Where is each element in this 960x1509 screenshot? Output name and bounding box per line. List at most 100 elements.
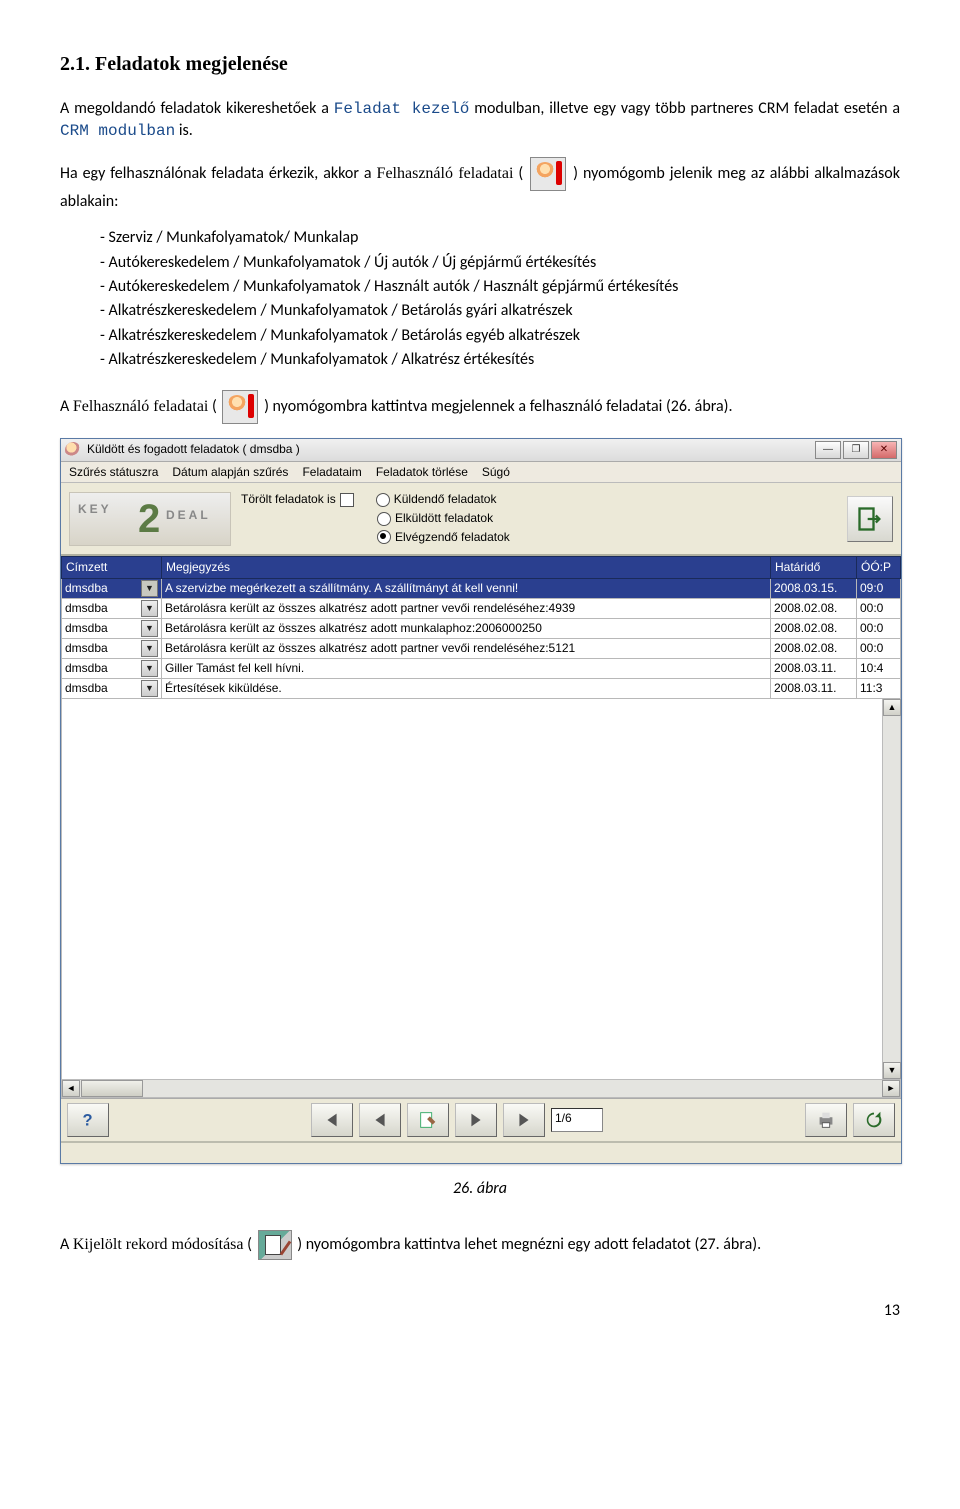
menu-item[interactable]: Feladatok törlése — [376, 464, 468, 481]
deleted-checkbox[interactable] — [340, 493, 354, 507]
question-icon: ? — [77, 1109, 99, 1131]
paragraph-2: Ha egy felhasználónak feladata érkezik, … — [60, 157, 900, 213]
figure-caption: 26. ábra — [60, 1178, 900, 1200]
scroll-left-icon[interactable]: ◄ — [62, 1080, 80, 1097]
list-item: Autókereskedelem / Munkafolyamatok / Új … — [100, 252, 900, 274]
radio-send[interactable] — [376, 493, 390, 507]
col-time[interactable]: ÓÓ:P — [857, 556, 901, 578]
table-row[interactable]: dmsdba▼ Betárolásra került az összes alk… — [62, 638, 901, 658]
table-row[interactable]: dmsdba▼ Betárolásra került az összes alk… — [62, 598, 901, 618]
cell-date: 2008.03.11. — [771, 678, 857, 698]
table-row[interactable]: dmsdba▼ A szervizbe megérkezett a szállí… — [62, 578, 901, 598]
col-note[interactable]: Megjegyzés — [162, 556, 771, 578]
edit-icon — [417, 1109, 439, 1131]
cell-date: 2008.03.15. — [771, 578, 857, 598]
cell-note: Giller Tamást fel kell hívni. — [162, 658, 771, 678]
edit-record-button[interactable] — [407, 1103, 449, 1137]
bullet-list: Szerviz / Munkafolyamatok/ Munkalap Autó… — [60, 227, 900, 371]
paragraph-1: A megoldandó feladatok kikereshetőek a F… — [60, 98, 900, 143]
radio-label: Elvégzendő feladatok — [395, 529, 510, 546]
chevron-down-icon[interactable]: ▼ — [141, 660, 158, 677]
scroll-right-icon[interactable]: ► — [882, 1080, 900, 1097]
menu-item[interactable]: Szűrés státuszra — [69, 464, 158, 481]
table-header: Címzett Megjegyzés Határidő ÓÓ:P — [62, 556, 901, 578]
chevron-down-icon[interactable]: ▼ — [141, 600, 158, 617]
print-button[interactable] — [805, 1103, 847, 1137]
list-item: Szerviz / Munkafolyamatok/ Munkalap — [100, 227, 900, 249]
cell-note: Betárolásra került az összes alkatrész a… — [162, 638, 771, 658]
user-tasks-icon — [222, 390, 258, 424]
first-button[interactable] — [311, 1103, 353, 1137]
scroll-thumb[interactable] — [81, 1080, 143, 1097]
recipient-dropdown[interactable]: dmsdba▼ — [65, 600, 158, 617]
cell-date: 2008.03.11. — [771, 658, 857, 678]
maximize-button[interactable]: ❐ — [843, 441, 869, 459]
bottom-toolbar: ? 1/6 — [61, 1098, 901, 1141]
titlebar: Küldött és fogadott feladatok ( dmsdba )… — [61, 439, 901, 462]
text: ( — [244, 1235, 256, 1254]
cell-date: 2008.02.08. — [771, 598, 857, 618]
cell-date: 2008.02.08. — [771, 618, 857, 638]
text: Ha egy felhasználónak feladata érkezik, … — [60, 164, 377, 183]
text: modulban, illetve egy vagy több partnere… — [469, 99, 900, 118]
printer-icon — [815, 1109, 837, 1131]
radio-sent[interactable] — [377, 512, 391, 526]
last-button[interactable] — [503, 1103, 545, 1137]
cell-time: 09:0 — [857, 578, 901, 598]
radio-label: Elküldött feladatok — [395, 510, 493, 527]
horizontal-scrollbar[interactable]: ◄ ► — [61, 1079, 901, 1098]
recipient-dropdown[interactable]: dmsdba▼ — [65, 620, 158, 637]
exit-button[interactable] — [847, 496, 893, 542]
filter-row: KEY 2 DEAL Törölt feladatok is Küldendő … — [61, 483, 901, 555]
radio-label: Küldendő feladatok — [394, 491, 497, 508]
list-item: Alkatrészkereskedelem / Munkafolyamatok … — [100, 349, 900, 371]
page-number: 13 — [60, 1300, 900, 1322]
module-name: CRM modulban — [60, 122, 175, 140]
text: ) nyomógombra kattintva megjelennek a fe… — [260, 396, 732, 415]
text: ( — [208, 396, 220, 415]
vertical-scrollbar[interactable]: ▲ ▼ — [882, 699, 900, 1079]
cell-note: Értesítések kiküldése. — [162, 678, 771, 698]
button-reference: Felhasználó feladatai — [73, 397, 209, 414]
recipient-dropdown[interactable]: dmsdba▼ — [65, 580, 158, 597]
menu-item[interactable]: Súgó — [482, 464, 510, 481]
statusbar — [61, 1141, 901, 1163]
chevron-down-icon[interactable]: ▼ — [141, 680, 158, 697]
text: A — [60, 396, 73, 415]
refresh-button[interactable] — [853, 1103, 895, 1137]
col-deadline[interactable]: Határidő — [771, 556, 857, 578]
next-button[interactable] — [455, 1103, 497, 1137]
minimize-button[interactable]: — — [815, 441, 841, 459]
logo-text: KEY — [78, 501, 112, 518]
recipient-dropdown[interactable]: dmsdba▼ — [65, 640, 158, 657]
svg-text:?: ? — [83, 1111, 93, 1129]
help-button[interactable]: ? — [67, 1103, 109, 1137]
scroll-up-icon[interactable]: ▲ — [883, 699, 901, 716]
cell-note: Betárolásra került az összes alkatrész a… — [162, 618, 771, 638]
recipient-dropdown[interactable]: dmsdba▼ — [65, 680, 158, 697]
close-button[interactable]: ✕ — [871, 441, 897, 459]
prev-button[interactable] — [359, 1103, 401, 1137]
scroll-down-icon[interactable]: ▼ — [883, 1062, 901, 1079]
last-icon — [513, 1109, 535, 1131]
user-tasks-icon — [530, 157, 566, 191]
logo-text: DEAL — [166, 507, 211, 524]
table-row[interactable]: dmsdba▼ Betárolásra került az összes alk… — [62, 618, 901, 638]
refresh-icon — [863, 1109, 885, 1131]
menu-item[interactable]: Dátum alapján szűrés — [172, 464, 288, 481]
recipient-dropdown[interactable]: dmsdba▼ — [65, 660, 158, 677]
cell-time: 00:0 — [857, 598, 901, 618]
chevron-down-icon[interactable]: ▼ — [141, 580, 158, 597]
text: ) nyomógombra kattintva lehet megnézni e… — [294, 1235, 762, 1254]
table-row[interactable]: dmsdba▼ Értesítések kiküldése. 2008.03.1… — [62, 678, 901, 698]
text: A — [60, 1235, 73, 1254]
chevron-down-icon[interactable]: ▼ — [141, 640, 158, 657]
menu-item[interactable]: Feladataim — [302, 464, 361, 481]
page-indicator[interactable]: 1/6 — [551, 1108, 603, 1132]
table-row[interactable]: dmsdba▼ Giller Tamást fel kell hívni. 20… — [62, 658, 901, 678]
checkbox-label: Törölt feladatok is — [241, 491, 336, 508]
cell-time: 11:3 — [857, 678, 901, 698]
col-recipient[interactable]: Címzett — [62, 556, 162, 578]
chevron-down-icon[interactable]: ▼ — [141, 620, 158, 637]
radio-todo[interactable] — [377, 530, 391, 544]
